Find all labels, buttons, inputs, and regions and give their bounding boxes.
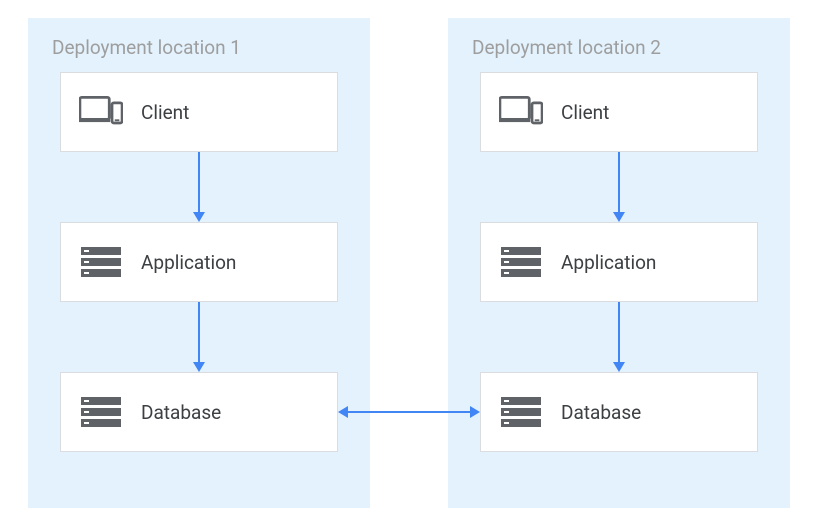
- arrow-line: [618, 152, 620, 212]
- node-client: Client: [480, 72, 758, 152]
- node-database: Database: [60, 372, 338, 452]
- arrow-head-down: [613, 212, 625, 222]
- arrow-head-down: [613, 362, 625, 372]
- node-label: Application: [561, 251, 656, 274]
- server-icon: [79, 394, 123, 430]
- node-label: Database: [561, 401, 641, 424]
- arrow-line: [348, 411, 470, 413]
- arrow-line: [618, 302, 620, 362]
- arrow-line: [198, 302, 200, 362]
- server-icon: [499, 244, 543, 280]
- node-label: Client: [141, 101, 189, 124]
- arrow-head-right: [470, 406, 480, 418]
- server-icon: [499, 394, 543, 430]
- arrow-line: [198, 152, 200, 212]
- node-application: Application: [60, 222, 338, 302]
- devices-icon: [79, 94, 123, 130]
- node-label: Client: [561, 101, 609, 124]
- region-title: Deployment location 1: [52, 36, 346, 59]
- node-label: Application: [141, 251, 236, 274]
- region-title: Deployment location 2: [472, 36, 766, 59]
- diagram-canvas: Deployment location 1 Deployment locatio…: [0, 0, 834, 524]
- devices-icon: [499, 94, 543, 130]
- node-database: Database: [480, 372, 758, 452]
- arrow-head-down: [193, 212, 205, 222]
- arrow-head-down: [193, 362, 205, 372]
- arrow-head-left: [338, 406, 348, 418]
- node-application: Application: [480, 222, 758, 302]
- server-icon: [79, 244, 123, 280]
- node-label: Database: [141, 401, 221, 424]
- node-client: Client: [60, 72, 338, 152]
